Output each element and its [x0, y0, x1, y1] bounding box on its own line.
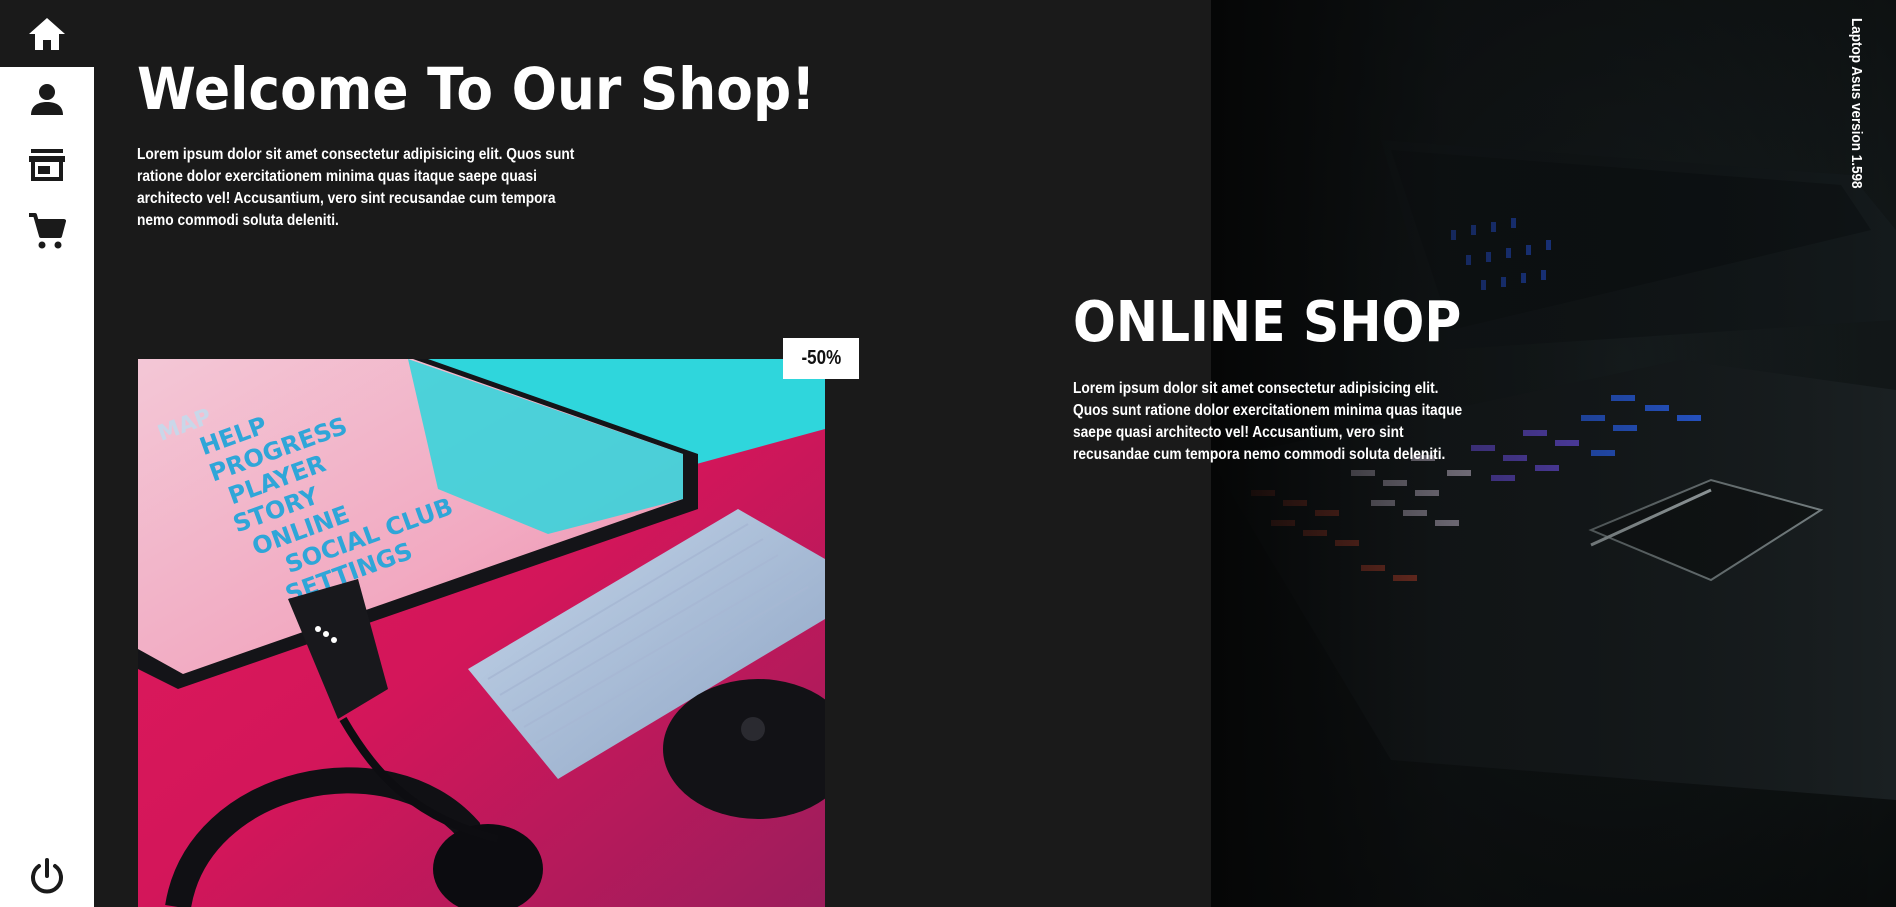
hero-title: Welcome To Our Shop!	[137, 55, 816, 123]
sidebar-item-cart[interactable]	[0, 201, 94, 261]
hero-description: Lorem ipsum dolor sit amet consectetur a…	[137, 146, 575, 229]
home-icon	[29, 17, 65, 50]
power-icon	[31, 858, 63, 894]
sidebar	[0, 0, 94, 907]
cart-icon	[29, 213, 66, 249]
sidebar-item-home[interactable]	[0, 0, 94, 67]
discount-badge: -50%	[783, 338, 859, 379]
user-icon	[31, 84, 63, 115]
power-button[interactable]	[0, 852, 94, 902]
store-icon	[29, 149, 65, 181]
online-shop-title: ONLINE SHOP	[1073, 290, 1462, 355]
pc-setup-illustration: MAP HELP PROGRESS PLAYER STORY ONLINE SO…	[138, 359, 825, 907]
online-shop-description: Lorem ipsum dolor sit amet consectetur a…	[1073, 380, 1463, 463]
discount-label: -50%	[801, 347, 841, 369]
version-label: Laptop Asus version 1.598	[1848, 18, 1865, 189]
sidebar-item-profile[interactable]	[0, 69, 94, 129]
sidebar-item-store[interactable]	[0, 135, 94, 195]
product-image[interactable]: MAP HELP PROGRESS PLAYER STORY ONLINE SO…	[138, 359, 825, 907]
